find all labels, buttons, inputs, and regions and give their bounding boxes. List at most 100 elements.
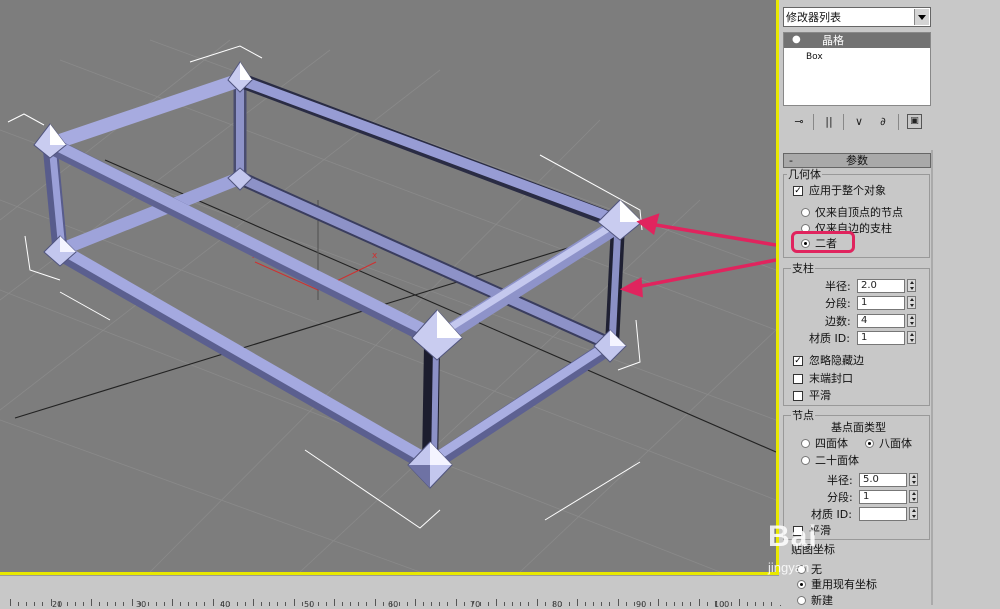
strut-segments-spinner[interactable]	[907, 296, 916, 309]
timeline-tick	[593, 602, 595, 606]
time-slider-track[interactable]: 20 30 40 50 60 70 80 90 100	[0, 575, 781, 609]
joint-segments-field[interactable]: 1	[859, 490, 907, 504]
joint-radius-spinner[interactable]	[909, 473, 918, 486]
chevron-down-icon[interactable]	[914, 9, 929, 25]
end-caps-label: 末端封口	[809, 372, 853, 385]
joint-radius-label: 半径:	[827, 474, 853, 487]
apply-whole-label: 应用于整个对象	[809, 184, 886, 197]
joints-group-title: 节点	[791, 409, 815, 422]
strut-material-field[interactable]: 1	[857, 331, 905, 345]
timeline-tick	[34, 602, 36, 606]
end-caps-checkbox[interactable]	[793, 374, 803, 384]
timeline-tick	[66, 602, 68, 606]
joint-material-field[interactable]	[859, 507, 907, 521]
timeline-tick	[139, 602, 141, 606]
timeline-tick	[390, 602, 392, 606]
geometry-option-joints-only[interactable]	[801, 208, 810, 217]
stack-item-box[interactable]: Box	[806, 51, 823, 64]
timeline-tick	[609, 602, 611, 606]
annotation-highlight	[791, 231, 855, 253]
timeline-tick	[528, 602, 530, 606]
strut-sides-label: 边数:	[825, 315, 851, 328]
timeline-tick	[649, 602, 651, 606]
base-type-label: 基点面类型	[831, 421, 886, 434]
joint-segments-spinner[interactable]	[909, 490, 918, 503]
timeline-tick	[439, 602, 441, 606]
remove-modifier-icon[interactable]: ∂	[875, 114, 891, 130]
stack-item-label: 晶格	[822, 34, 844, 47]
timeline-tick	[706, 602, 708, 606]
timeline-tick	[714, 602, 716, 606]
stack-item-lattice[interactable]: ● 晶格	[784, 33, 930, 48]
annotation-arrows	[619, 213, 776, 298]
timeline-tick	[317, 602, 319, 606]
parameters-rollout-header[interactable]: - 参数	[783, 153, 931, 168]
timeline-tick	[730, 602, 732, 606]
mapping-option-label: 新建	[811, 594, 833, 605]
timeline-tick	[155, 602, 157, 606]
timeline-tick	[107, 602, 109, 606]
timeline-tick	[463, 602, 465, 606]
pin-stack-icon[interactable]: ⊸	[791, 114, 807, 130]
timeline-tick	[18, 602, 20, 606]
struts-group-title: 支柱	[791, 262, 815, 275]
joint-material-spinner[interactable]	[909, 507, 918, 520]
mapping-option-none[interactable]	[797, 565, 806, 574]
joint-type-icosa[interactable]	[801, 456, 810, 465]
modifier-stack-list[interactable]: ● 晶格 Box	[783, 32, 931, 106]
strut-sides-field[interactable]: 4	[857, 314, 905, 328]
timeline-tick	[42, 602, 44, 606]
joint-type-label: 八面体	[879, 437, 912, 450]
strut-segments-field[interactable]: 1	[857, 296, 905, 310]
timeline-tick	[236, 602, 238, 606]
timeline-tick	[358, 602, 360, 606]
stack-toolbar: ⊸ || ∨ ∂ ▣	[783, 112, 931, 132]
timeline-tick	[504, 602, 506, 606]
joint-type-tetra[interactable]	[801, 439, 810, 448]
apply-whole-checkbox[interactable]: ✓	[793, 186, 803, 196]
joint-smooth-checkbox[interactable]	[793, 526, 803, 536]
strut-smooth-checkbox[interactable]	[793, 391, 803, 401]
strut-segments-label: 分段:	[825, 297, 851, 310]
timeline-tick	[552, 602, 554, 606]
modifier-list-label: 修改器列表	[786, 11, 841, 24]
perspective-viewport[interactable]: x x	[0, 0, 776, 572]
timeline-tick	[585, 602, 587, 606]
show-end-result-icon[interactable]: ||	[821, 114, 837, 130]
strut-radius-spinner[interactable]	[907, 279, 916, 292]
viewport-scene: x x	[0, 39, 776, 572]
lattice-struts	[42, 72, 625, 473]
ignore-hidden-label: 忽略隐藏边	[809, 354, 864, 367]
panel-scrollbar[interactable]	[931, 150, 933, 605]
mapping-option-label: 无	[811, 563, 822, 576]
timeline-tick	[382, 602, 384, 606]
timeline-tick	[544, 602, 546, 606]
timeline-tick	[471, 602, 473, 606]
ignore-hidden-checkbox[interactable]: ✓	[793, 356, 803, 366]
strut-material-spinner[interactable]	[907, 331, 916, 344]
timeline-tick	[625, 602, 627, 606]
timeline-tick	[601, 602, 603, 606]
joint-type-octa[interactable]	[865, 439, 874, 448]
timeline-tick	[641, 602, 643, 606]
configure-sets-icon[interactable]: ▣	[907, 114, 922, 129]
strut-sides-spinner[interactable]	[907, 314, 916, 327]
rollout-collapse-toggle[interactable]: -	[789, 154, 793, 167]
timeline-tick	[115, 602, 117, 606]
modifier-list-dropdown[interactable]: 修改器列表	[783, 7, 931, 27]
timeline-tick	[99, 602, 101, 606]
strut-radius-label: 半径:	[825, 280, 851, 293]
mapping-option-new[interactable]	[797, 596, 806, 605]
timeline-tick	[520, 602, 522, 606]
timeline-tick	[771, 602, 773, 606]
mapping-option-label: 重用现有坐标	[811, 578, 877, 591]
strut-radius-field[interactable]: 2.0	[857, 279, 905, 293]
joint-radius-field[interactable]: 5.0	[859, 473, 907, 487]
geometry-group-title: 几何体	[787, 168, 822, 181]
timeline-tick	[188, 602, 190, 606]
lightbulb-icon[interactable]: ●	[792, 34, 801, 45]
make-unique-icon[interactable]: ∨	[851, 114, 867, 130]
command-panel-modify: 修改器列表 ● 晶格 Box ⊸ || ∨ ∂ ▣ - 参数 几何体 ✓ 应用于…	[779, 0, 1000, 605]
mapping-option-reuse[interactable]	[797, 580, 806, 589]
timeline-tick	[82, 602, 84, 606]
